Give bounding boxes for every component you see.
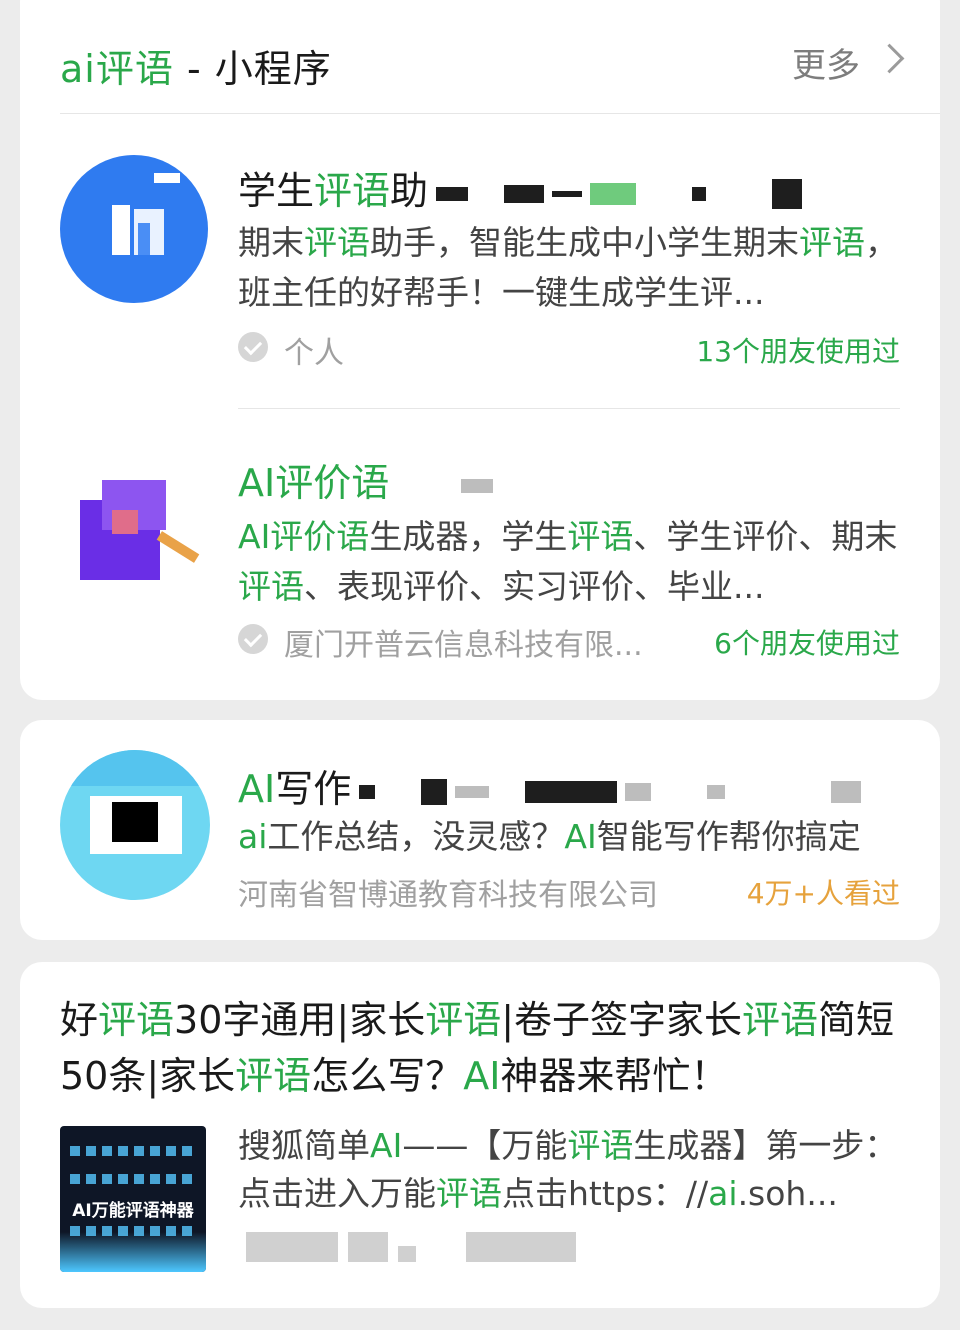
section-title: ai评语 - 小程序 xyxy=(60,47,332,91)
app-name[interactable]: AI评价语 xyxy=(238,452,494,507)
redaction xyxy=(831,780,862,803)
divider xyxy=(60,113,940,114)
app-name[interactable]: 学生评语助 xyxy=(238,160,803,215)
usage-count: 13个朋友使用过 xyxy=(696,335,900,368)
redaction xyxy=(461,478,494,493)
promoted-app-card[interactable]: AI写作 ai工作总结，没灵感？AI智能写作帮你搞定 河南省智博通教育科技有限公… xyxy=(20,720,940,940)
divider xyxy=(238,408,900,409)
redaction xyxy=(359,784,376,799)
article-title[interactable]: 好评语30字通用|家长评语|卷子签字家长评语简短50条|家长评语怎么写？AI神器… xyxy=(60,992,900,1104)
redaction xyxy=(772,178,803,209)
chevron-right-icon[interactable] xyxy=(874,43,905,74)
article-source-redacted xyxy=(246,1232,586,1266)
view-count: 4万+人看过 xyxy=(746,877,900,910)
section-header: ai评语 - 小程序 更多 xyxy=(60,20,905,100)
redaction xyxy=(421,778,448,805)
app-logo[interactable] xyxy=(60,750,210,900)
article-thumbnail[interactable]: AI万能评语神器 xyxy=(60,1126,206,1272)
redaction xyxy=(504,184,545,203)
app-logo[interactable] xyxy=(72,470,202,590)
usage-count: 6个朋友使用过 xyxy=(714,627,900,660)
redaction xyxy=(436,186,469,201)
app-meta: 河南省智博通教育科技有限公司 4万+人看过 xyxy=(238,870,900,913)
redaction xyxy=(590,182,637,205)
redaction xyxy=(625,782,652,801)
app-name[interactable]: AI写作 xyxy=(238,758,862,813)
verified-icon xyxy=(238,624,268,654)
article-card[interactable]: 好评语30字通用|家长评语|卷子签字家长评语简短50条|家长评语怎么写？AI神器… xyxy=(20,962,940,1308)
app-description: 期末评语助手，智能生成中小学生期末评语，班主任的好帮手！一键生成学生评... xyxy=(238,223,898,312)
app-owner: 个人 xyxy=(284,336,344,371)
redaction xyxy=(692,186,707,201)
app-logo[interactable] xyxy=(60,155,208,303)
app-owner: 厦门开普云信息科技有限... xyxy=(284,628,643,663)
app-description: ai工作总结，没灵感？AI智能写作帮你搞定 xyxy=(238,817,861,856)
verified-icon xyxy=(238,332,268,362)
more-link[interactable]: 更多 xyxy=(792,38,860,87)
app-meta: 厦门开普云信息科技有限... 6个朋友使用过 xyxy=(238,620,900,663)
redaction xyxy=(707,784,726,799)
mini-program-card: ai评语 - 小程序 更多 学生评语助 期末评语助手，智能生成中小学生期末评语，… xyxy=(20,0,940,700)
app-meta: 个人 13个朋友使用过 xyxy=(238,328,900,371)
redaction xyxy=(552,190,583,197)
redaction xyxy=(525,780,618,803)
app-owner: 河南省智博通教育科技有限公司 xyxy=(238,878,658,913)
app-description: AI评价语生成器，学生评语、学生评价、期末评语、表现评价、实习评价、毕业... xyxy=(238,517,898,606)
article-snippet: 搜狐简单AI——【万能评语生成器】第一步：点击进入万能评语点击https：//a… xyxy=(238,1126,898,1213)
redaction xyxy=(455,785,490,798)
thumbnail-label: AI万能评语神器 xyxy=(72,1201,194,1221)
